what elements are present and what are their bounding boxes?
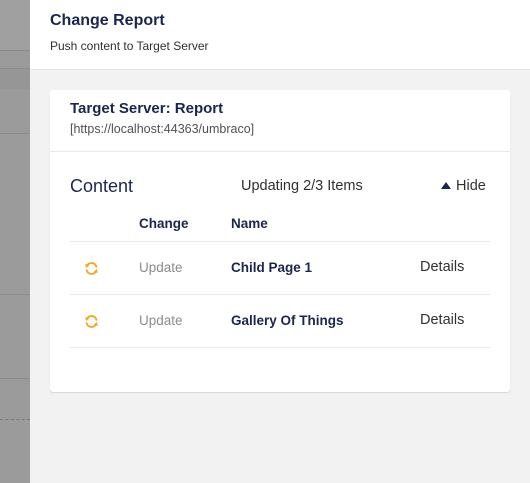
table-row: Update Gallery Of Things Details bbox=[70, 295, 490, 348]
update-status-text: Updating 2/3 Items bbox=[241, 178, 363, 194]
row-details-button[interactable]: Details bbox=[420, 259, 464, 275]
hide-toggle-label: Hide bbox=[456, 178, 486, 194]
sync-icon bbox=[85, 315, 98, 328]
row-change-type: Update bbox=[139, 313, 183, 328]
background-divider bbox=[0, 378, 30, 379]
change-report-panel: Change Report Push content to Target Ser… bbox=[30, 0, 530, 483]
panel-title: Change Report bbox=[50, 12, 165, 29]
changes-table: Change Name Update Child Page 1 Details bbox=[70, 204, 490, 348]
column-header-change: Change bbox=[139, 216, 189, 231]
table-header: Change Name bbox=[70, 204, 490, 242]
target-server-url: [https://localhost:44363/umbraco] bbox=[70, 122, 255, 136]
row-item-name-link[interactable]: Child Page 1 bbox=[231, 260, 312, 275]
sync-icon bbox=[85, 262, 98, 275]
panel-header: Change Report Push content to Target Ser… bbox=[30, 0, 530, 70]
background-band bbox=[0, 69, 30, 89]
row-change-type: Update bbox=[139, 260, 183, 275]
background-divider bbox=[0, 50, 30, 51]
background-band bbox=[0, 0, 30, 50]
background-divider bbox=[0, 133, 30, 134]
target-server-card: Target Server: Report [https://localhost… bbox=[50, 90, 510, 392]
content-section-title: Content bbox=[70, 176, 134, 196]
hide-toggle-button[interactable]: Hide bbox=[441, 178, 486, 194]
background-divider bbox=[0, 294, 30, 295]
row-item-name-link[interactable]: Gallery Of Things bbox=[231, 313, 344, 328]
column-header-name: Name bbox=[231, 216, 268, 231]
target-server-title: Target Server: Report bbox=[70, 100, 224, 117]
background-page bbox=[0, 0, 30, 483]
target-server-header: Target Server: Report [https://localhost… bbox=[50, 90, 510, 152]
panel-subtitle: Push content to Target Server bbox=[50, 39, 209, 53]
table-row: Update Child Page 1 Details bbox=[70, 242, 490, 295]
triangle-up-icon bbox=[441, 181, 451, 189]
row-details-button[interactable]: Details bbox=[420, 312, 464, 328]
background-dashed-divider bbox=[0, 419, 30, 420]
